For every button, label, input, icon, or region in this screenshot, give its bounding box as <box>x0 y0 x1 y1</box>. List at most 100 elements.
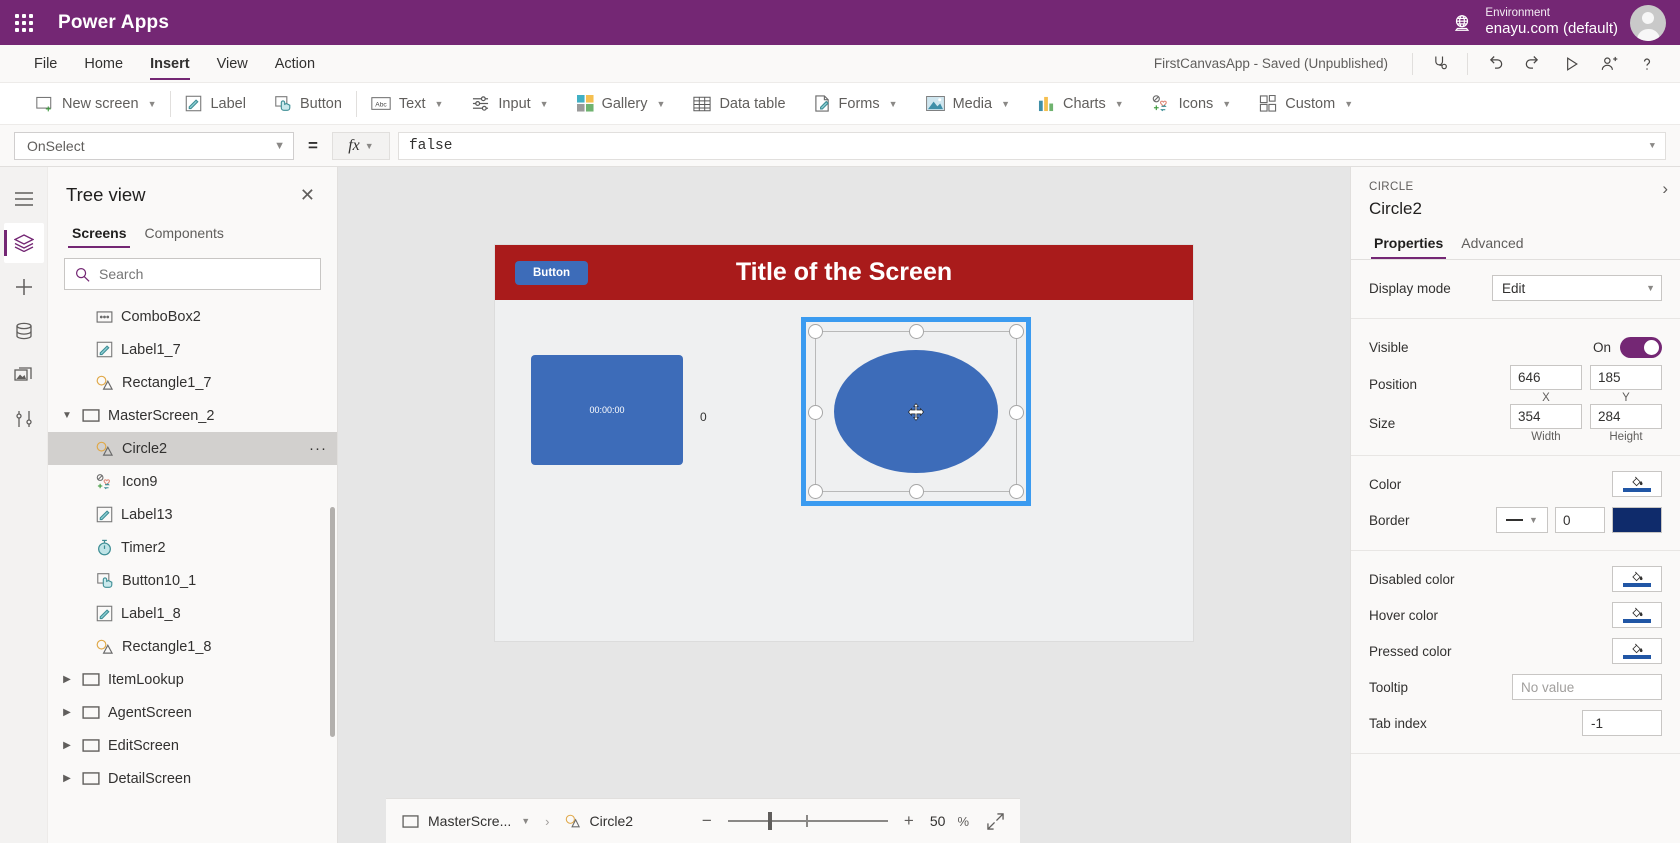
tree-item-rectangle1_7[interactable]: Rectangle1_7 <box>48 366 337 399</box>
resize-handle-e[interactable] <box>1009 404 1024 420</box>
color-swatch-button[interactable] <box>1612 471 1662 497</box>
screen-title-label[interactable]: Title of the Screen <box>495 258 1193 287</box>
tree-item-label1_7[interactable]: Label1_7 <box>48 333 337 366</box>
display-mode-select[interactable]: Edit ▼ <box>1492 275 1662 301</box>
ribbon-forms-control[interactable]: Forms ▼ <box>800 83 912 125</box>
zoom-in-button[interactable]: + <box>900 811 918 831</box>
preview-play-icon[interactable] <box>1554 49 1588 79</box>
environment-picker[interactable]: Environment enayu.com (default) <box>1451 6 1618 39</box>
ribbon-input-control[interactable]: Input ▼ <box>457 83 562 125</box>
app-launcher-icon[interactable] <box>0 13 48 32</box>
tree-item-label1_8[interactable]: Label1_8 <box>48 597 337 630</box>
rectangle-control[interactable]: 00:00:00 <box>531 355 683 465</box>
border-width-input[interactable]: 0 <box>1555 507 1605 533</box>
tree-item-timer2[interactable]: Timer2 <box>48 531 337 564</box>
canvas-area[interactable]: Button Title of the Screen 00:00:00 0 Ma… <box>338 167 1350 843</box>
chevron-right-icon[interactable]: ▶ <box>60 740 74 751</box>
ribbon-charts-control[interactable]: Charts ▼ <box>1024 83 1138 125</box>
zoom-slider[interactable] <box>727 812 888 830</box>
fx-button[interactable]: fx ▼ <box>331 131 390 160</box>
zoom-out-button[interactable]: − <box>698 811 716 831</box>
screen-button-control[interactable]: Button <box>515 260 589 285</box>
ribbon-custom-control[interactable]: Custom ▼ <box>1245 83 1367 125</box>
app-screen-preview[interactable]: Button Title of the Screen 00:00:00 0 <box>495 245 1193 641</box>
resize-handle-nw[interactable] <box>808 324 823 339</box>
position-x-input[interactable]: 646 <box>1510 365 1582 390</box>
tab-advanced[interactable]: Advanced <box>1456 229 1528 259</box>
tree-item-label13[interactable]: Label13 <box>48 498 337 531</box>
tooltip-input[interactable]: No value <box>1512 674 1662 700</box>
tree-item-detailscreen[interactable]: ▶ DetailScreen <box>48 762 337 795</box>
tree-scrollbar[interactable] <box>330 507 335 737</box>
tab-properties[interactable]: Properties <box>1369 229 1448 259</box>
hamburger-menu-icon[interactable] <box>4 179 44 219</box>
resize-handle-w[interactable] <box>808 404 823 420</box>
tab-components[interactable]: Components <box>138 219 229 248</box>
circle-shape-control[interactable] <box>834 350 998 473</box>
visible-toggle[interactable] <box>1620 336 1662 358</box>
undo-icon[interactable] <box>1478 49 1512 79</box>
chevron-down-icon[interactable]: ▼ <box>1650 141 1655 151</box>
ribbon-button-control[interactable]: Button <box>260 83 356 125</box>
size-height-input[interactable]: 284 <box>1590 404 1662 429</box>
tree-item-masterscreen_2[interactable]: ▼ MasterScreen_2 <box>48 399 337 432</box>
advanced-tools-icon[interactable] <box>4 399 44 439</box>
property-selector[interactable]: OnSelect ▼ <box>14 131 294 160</box>
ribbon-icons-control[interactable]: Icons ▼ <box>1138 83 1246 125</box>
chevron-down-icon[interactable]: ▼ <box>521 816 530 826</box>
tab-index-input[interactable]: -1 <box>1582 710 1662 736</box>
ribbon-text-control[interactable]: Abc Text ▼ <box>357 83 458 125</box>
border-color-swatch[interactable] <box>1612 507 1662 533</box>
close-icon[interactable]: ✕ <box>294 183 321 207</box>
share-user-icon[interactable] <box>1592 49 1626 79</box>
ribbon-label-control[interactable]: Label <box>171 83 259 125</box>
resize-handle-se[interactable] <box>1009 484 1024 499</box>
formula-input[interactable]: false ▼ <box>397 131 1666 160</box>
position-y-input[interactable]: 185 <box>1590 365 1662 390</box>
tree-item-circle2[interactable]: Circle2 ··· <box>48 432 337 465</box>
resize-handle-ne[interactable] <box>1009 324 1024 339</box>
chevron-down-icon[interactable]: ▼ <box>60 410 74 421</box>
resize-handle-sw[interactable] <box>808 484 823 499</box>
screen-header-bar[interactable]: Button Title of the Screen <box>495 245 1193 300</box>
ribbon-new-screen[interactable]: New screen ▼ <box>22 83 170 125</box>
menu-item-insert[interactable]: Insert <box>138 47 202 80</box>
chevron-right-icon[interactable]: ▶ <box>60 674 74 685</box>
resize-handle-n[interactable] <box>909 324 924 339</box>
border-style-select[interactable]: ▼ <box>1496 507 1548 533</box>
redo-icon[interactable] <box>1516 49 1550 79</box>
tab-screens[interactable]: Screens <box>66 219 132 248</box>
menu-item-home[interactable]: Home <box>72 47 135 80</box>
fit-screen-icon[interactable] <box>987 812 1004 830</box>
tree-item-icon9[interactable]: Icon9 <box>48 465 337 498</box>
disabled-color-swatch-button[interactable] <box>1612 566 1662 592</box>
tree-view-layers-icon[interactable] <box>3 223 44 263</box>
pressed-color-swatch-button[interactable] <box>1612 638 1662 664</box>
media-library-icon[interactable] <box>4 355 44 395</box>
ribbon-data-table-control[interactable]: Data table <box>679 83 799 125</box>
data-cylinder-icon[interactable] <box>4 311 44 351</box>
help-icon[interactable] <box>1630 49 1664 79</box>
chevron-right-icon[interactable]: › <box>1662 179 1668 199</box>
ribbon-media-control[interactable]: Media ▼ <box>912 83 1024 125</box>
tree-item-itemlookup[interactable]: ▶ ItemLookup <box>48 663 337 696</box>
chevron-right-icon[interactable]: ▶ <box>60 707 74 718</box>
avatar[interactable] <box>1630 4 1666 41</box>
tree-item-overflow-button[interactable]: ··· <box>309 440 327 457</box>
chevron-right-icon[interactable]: ▶ <box>60 773 74 784</box>
hover-color-swatch-button[interactable] <box>1612 602 1662 628</box>
menu-item-action[interactable]: Action <box>263 47 327 80</box>
ribbon-gallery-control[interactable]: Gallery ▼ <box>563 83 680 125</box>
tree-item-editscreen[interactable]: ▶ EditScreen <box>48 729 337 762</box>
search-box[interactable] <box>64 258 321 290</box>
selection-frame[interactable] <box>801 317 1031 506</box>
tree-item-combobox2[interactable]: ComboBox2 <box>48 300 337 333</box>
menu-item-file[interactable]: File <box>22 47 69 80</box>
menu-item-view[interactable]: View <box>205 47 260 80</box>
insert-plus-icon[interactable] <box>4 267 44 307</box>
size-width-input[interactable]: 354 <box>1510 404 1582 429</box>
app-checker-icon[interactable] <box>1423 49 1457 79</box>
tree-item-agentscreen[interactable]: ▶ AgentScreen <box>48 696 337 729</box>
resize-handle-s[interactable] <box>909 484 924 499</box>
search-input[interactable] <box>99 266 310 282</box>
